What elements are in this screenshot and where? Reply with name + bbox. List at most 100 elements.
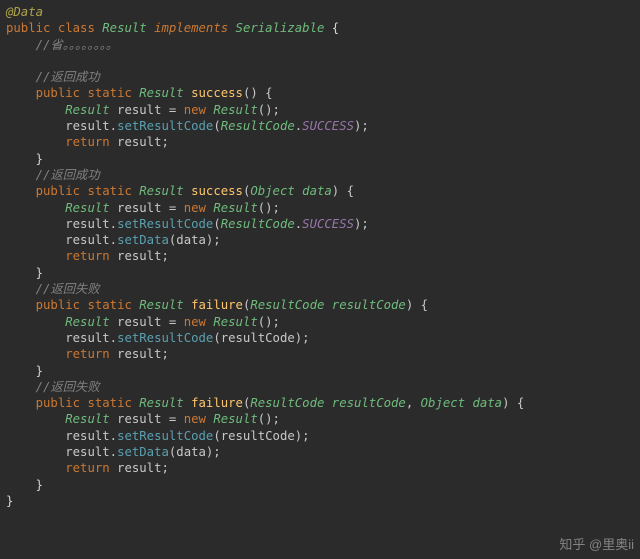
code-text: result.	[65, 429, 117, 443]
punct: );	[354, 217, 369, 231]
punct: ) {	[332, 184, 354, 198]
keyword: return	[65, 135, 109, 149]
comment: //返回失败	[36, 380, 100, 394]
comment: //返回失败	[36, 282, 100, 296]
type: Result	[139, 86, 183, 100]
comment: //返回成功	[36, 70, 100, 84]
method-call: setData	[117, 233, 169, 247]
code-text: result =	[110, 201, 184, 215]
punct: ();	[258, 315, 280, 329]
method-call: setResultCode	[117, 331, 213, 345]
keyword: new	[184, 103, 206, 117]
keyword: new	[184, 412, 206, 426]
type: ResultCode	[221, 119, 295, 133]
punct: (	[213, 119, 220, 133]
param: data	[295, 184, 332, 198]
keyword-public: public	[6, 21, 50, 35]
type: Result	[139, 184, 183, 198]
constant: SUCCESS	[302, 119, 354, 133]
code-text: (resultCode);	[213, 429, 309, 443]
constant: SUCCESS	[302, 217, 354, 231]
code-text: result.	[65, 233, 117, 247]
punct: ();	[258, 103, 280, 117]
code-text: result;	[110, 249, 169, 263]
type: Result	[65, 315, 109, 329]
type: ResultCode	[250, 298, 324, 312]
code-text: result =	[110, 412, 184, 426]
method-name: success	[191, 86, 243, 100]
code-text: result =	[110, 103, 184, 117]
method-name: failure	[191, 298, 243, 312]
method-call: setData	[117, 445, 169, 459]
punct: ) {	[406, 298, 428, 312]
type: Result	[65, 201, 109, 215]
method-call: setResultCode	[117, 217, 213, 231]
keyword: return	[65, 347, 109, 361]
keyword-implements: implements	[154, 21, 228, 35]
keyword: static	[87, 298, 131, 312]
keyword: public	[36, 184, 80, 198]
type: Result	[65, 412, 109, 426]
type: Result	[65, 103, 109, 117]
method-call: setResultCode	[117, 119, 213, 133]
punct: ();	[258, 201, 280, 215]
type: Result	[139, 298, 183, 312]
punct: () {	[243, 86, 273, 100]
keyword: return	[65, 249, 109, 263]
type: Result	[206, 412, 258, 426]
code-text: (data);	[169, 233, 221, 247]
code-text: result =	[110, 315, 184, 329]
type: Result	[139, 396, 183, 410]
type: ResultCode	[250, 396, 324, 410]
watermark-text: 知乎 @里奥ii	[559, 534, 634, 553]
comment: //省。。。。。。。。	[36, 38, 118, 52]
type: Result	[206, 315, 258, 329]
code-text: (resultCode);	[213, 331, 309, 345]
type: Result	[206, 201, 258, 215]
keyword-class: class	[58, 21, 95, 35]
punct: (	[213, 217, 220, 231]
punct: );	[354, 119, 369, 133]
keyword: new	[184, 201, 206, 215]
method-call: setResultCode	[117, 429, 213, 443]
keyword: public	[36, 396, 80, 410]
code-text: result;	[110, 135, 169, 149]
keyword: new	[184, 315, 206, 329]
punct: ();	[258, 412, 280, 426]
code-text: result.	[65, 119, 117, 133]
punct: ,	[406, 396, 421, 410]
annotation: @Data	[6, 5, 43, 19]
type-serializable: Serializable	[236, 21, 325, 35]
brace: }	[36, 478, 43, 492]
brace: {	[332, 21, 339, 35]
keyword: static	[87, 86, 131, 100]
comment: //返回成功	[36, 168, 100, 182]
method-name: success	[191, 184, 243, 198]
punct: ) {	[502, 396, 524, 410]
code-text: (data);	[169, 445, 221, 459]
code-text: result;	[110, 347, 169, 361]
code-text: result.	[65, 217, 117, 231]
type-result: Result	[102, 21, 146, 35]
code-text: result.	[65, 331, 117, 345]
code-text: result.	[65, 445, 117, 459]
type: Result	[206, 103, 258, 117]
param: resultCode	[324, 298, 405, 312]
code-block: @Data public class Result implements Ser…	[0, 0, 640, 509]
param: resultCode	[324, 396, 405, 410]
brace: }	[36, 364, 43, 378]
param: data	[465, 396, 502, 410]
code-text: result;	[110, 461, 169, 475]
keyword: static	[87, 396, 131, 410]
type: Object	[421, 396, 465, 410]
keyword: public	[36, 298, 80, 312]
brace: }	[36, 266, 43, 280]
keyword: public	[36, 86, 80, 100]
brace: }	[36, 152, 43, 166]
keyword: static	[87, 184, 131, 198]
method-name: failure	[191, 396, 243, 410]
brace: }	[6, 494, 13, 508]
type: Object	[250, 184, 294, 198]
keyword: return	[65, 461, 109, 475]
type: ResultCode	[221, 217, 295, 231]
